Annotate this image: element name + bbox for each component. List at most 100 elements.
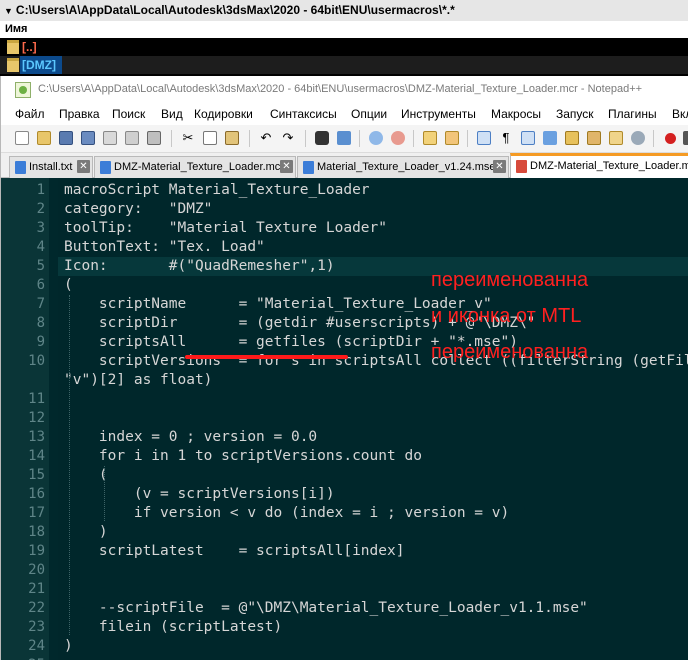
menu-options[interactable]: Опции: [351, 103, 387, 125]
code-text: scriptVersions = for s in scriptsAll col…: [98, 353, 688, 369]
menu-tabs[interactable]: Вкладки: [672, 103, 688, 125]
function-list-icon[interactable]: [585, 129, 603, 147]
tab-dmz-mcr[interactable]: DMZ-Material_Texture_Loader.mcr ✕: [94, 156, 296, 178]
user-language-icon[interactable]: [541, 129, 559, 147]
sync-horizontal-icon[interactable]: [443, 129, 461, 147]
indent-guide-icon[interactable]: [519, 129, 537, 147]
code-line[interactable]: 12: [1, 409, 688, 428]
code-line[interactable]: 22 --scriptFile = @"\DMZ\Material_Textur…: [1, 599, 688, 618]
new-file-icon[interactable]: [13, 129, 31, 147]
paste-icon[interactable]: [223, 129, 241, 147]
tab-label: DMZ-Material_Texture_Loader.mcr: [114, 161, 284, 173]
line-number: 15: [28, 467, 45, 483]
code-text: filein (scriptLatest): [64, 619, 283, 635]
menu-edit[interactable]: Правка: [59, 103, 100, 125]
line-number: 22: [28, 600, 45, 616]
code-editor[interactable]: 1 macroScript Material_Texture_Loader 2 cat…: [1, 178, 688, 660]
panel-path-bar: ▼ C:\Users\A\AppData\Local\Autodesk\3dsMa…: [0, 0, 688, 21]
list-item-dmz[interactable]: [DMZ]: [0, 56, 688, 74]
redo-icon[interactable]: ↷: [279, 129, 297, 147]
menu-syntax[interactable]: Синтаксисы: [270, 103, 337, 125]
close-all-icon[interactable]: [123, 129, 141, 147]
close-icon[interactable]: ✕: [493, 160, 506, 173]
code-line[interactable]: 7 scriptName = "Material_Texture_Loader_…: [1, 295, 688, 314]
zoom-in-icon[interactable]: [367, 129, 385, 147]
folder-workspace-icon[interactable]: [607, 129, 625, 147]
close-icon[interactable]: ✕: [77, 160, 90, 173]
menu-view[interactable]: Вид: [161, 103, 183, 125]
dropdown-arrow-icon[interactable]: ▼: [4, 6, 13, 16]
code-text: index = 0 ; version = 0.0: [64, 429, 318, 445]
toolbar-separator: [171, 130, 172, 147]
zoom-out-icon[interactable]: [389, 129, 407, 147]
record-macro-icon[interactable]: [661, 129, 679, 147]
code-line[interactable]: 21: [1, 580, 688, 599]
find-icon[interactable]: [313, 129, 331, 147]
tab-dmz-mcr-active[interactable]: DMZ-Material_Texture_Loader.mcr: [510, 153, 688, 179]
menu-tools[interactable]: Инструменты: [401, 103, 476, 125]
code-text: (: [64, 467, 108, 483]
menu-search[interactable]: Поиск: [112, 103, 145, 125]
code-text: category: "DMZ": [64, 201, 213, 217]
code-line[interactable]: 2 category: "DMZ": [1, 200, 688, 219]
replace-icon[interactable]: [335, 129, 353, 147]
menu-encoding[interactable]: Кодировки: [194, 103, 253, 125]
cut-icon[interactable]: ✂: [179, 129, 197, 147]
code-line[interactable]: 4 ButtonText: "Tex. Load": [1, 238, 688, 257]
code-line[interactable]: 20: [1, 561, 688, 580]
code-line[interactable]: "v")[2] as float): [1, 371, 688, 390]
notepad-app-icon: [15, 82, 31, 98]
word-wrap-icon[interactable]: [475, 129, 493, 147]
sync-vertical-icon[interactable]: [421, 129, 439, 147]
folder-icon: [7, 58, 19, 72]
line-number: 19: [28, 543, 45, 559]
menu-file[interactable]: Файл: [15, 103, 45, 125]
code-line[interactable]: 1 macroScript Material_Texture_Loader: [1, 181, 688, 200]
code-line[interactable]: 13 index = 0 ; version = 0.0: [1, 428, 688, 447]
save-icon[interactable]: [57, 129, 75, 147]
line-number: 21: [28, 581, 45, 597]
code-line[interactable]: 23 filein (scriptLatest): [1, 618, 688, 637]
code-line[interactable]: 14 for i in 1 to scriptVersions.count do: [1, 447, 688, 466]
line-number: 1: [36, 182, 45, 198]
code-line[interactable]: 11: [1, 390, 688, 409]
indent-guide: [69, 295, 70, 635]
folder-icon: [7, 40, 19, 54]
show-all-chars-icon[interactable]: ¶: [497, 129, 515, 147]
menu-run[interactable]: Запуск: [556, 103, 594, 125]
document-map-icon[interactable]: [563, 129, 581, 147]
close-file-icon[interactable]: [101, 129, 119, 147]
line-number: 23: [28, 619, 45, 635]
code-line[interactable]: 25: [1, 656, 688, 660]
code-text: "v")[2] as float): [64, 372, 213, 388]
code-text: scriptName = "Material_Texture_Loader_v": [64, 296, 492, 312]
print-icon[interactable]: [145, 129, 163, 147]
code-text: if version < v do (index = i ; version =…: [64, 505, 510, 521]
open-file-icon[interactable]: [35, 129, 53, 147]
undo-icon[interactable]: ↶: [257, 129, 275, 147]
tab-loader-mse[interactable]: Material_Texture_Loader_v1.24.mse ✕: [297, 156, 509, 178]
tab-label: Install.txt: [29, 161, 73, 173]
code-line[interactable]: 18 ): [1, 523, 688, 542]
close-icon[interactable]: ✕: [280, 160, 293, 173]
list-item-parent[interactable]: [..]: [0, 38, 688, 56]
menu-plugins[interactable]: Плагины: [608, 103, 657, 125]
save-all-icon[interactable]: [79, 129, 97, 147]
stop-macro-icon[interactable]: [681, 129, 688, 147]
monitoring-icon[interactable]: [629, 129, 647, 147]
copy-icon[interactable]: [201, 129, 219, 147]
file-blue-icon: [15, 161, 26, 174]
toolbar: ✂ ↶ ↷ ¶: [1, 125, 688, 153]
code-line[interactable]: 19 scriptLatest = scriptsAll[index]: [1, 542, 688, 561]
annotation-line-3: переименованна: [431, 341, 589, 363]
line-number: 4: [36, 239, 45, 255]
tab-install-txt[interactable]: Install.txt ✕: [9, 156, 93, 178]
code-line[interactable]: 24): [1, 637, 688, 656]
toolbar-separator: [467, 130, 468, 147]
column-header-name[interactable]: Имя: [0, 21, 688, 38]
annotation-underline: [185, 355, 348, 359]
code-line[interactable]: 3 toolTip: "Material Texture Loader": [1, 219, 688, 238]
code-line[interactable]: 8 scriptDir = (getdir #userscripts) + @"…: [1, 314, 688, 333]
file-red-icon: [516, 160, 527, 173]
menu-macros[interactable]: Макросы: [491, 103, 541, 125]
